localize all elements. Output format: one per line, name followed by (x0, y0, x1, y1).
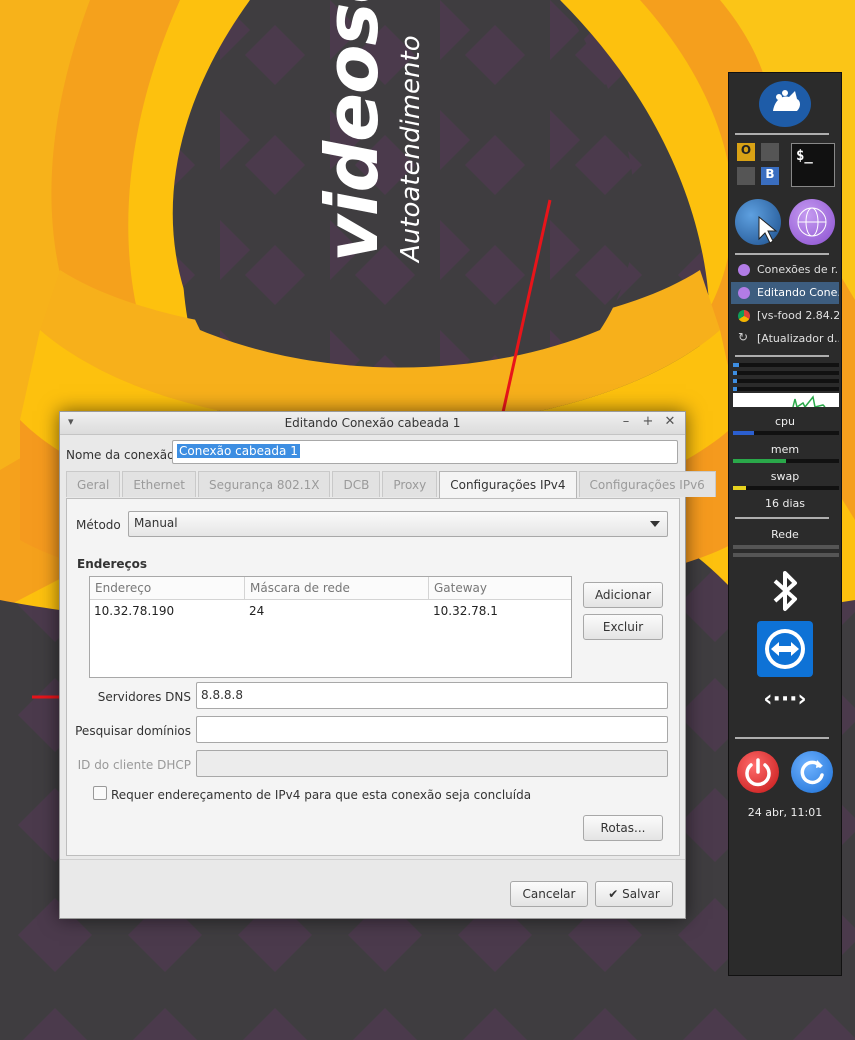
network-meter (733, 545, 839, 549)
table-row[interactable]: 10.32.78.190 24 10.32.78.1 (90, 600, 571, 622)
task-label: Editando Cone... (757, 286, 839, 299)
xfce-menu-icon[interactable] (759, 81, 811, 127)
task-network-connections[interactable]: Conexões de r... (731, 259, 839, 281)
method-label: Método (76, 518, 121, 532)
mem-label: mem (770, 443, 800, 456)
save-label: Salvar (622, 887, 660, 901)
task-label: [Atualizador d... (757, 332, 839, 345)
launcher-app-o[interactable]: O (737, 143, 755, 161)
window-title: Editando Conexão cabeada 1 (284, 416, 461, 430)
addresses-title: Endereços (77, 557, 148, 571)
tab-bar: Geral Ethernet Segurança 802.1X DCB Prox… (66, 471, 718, 499)
tab-dcb[interactable]: DCB (332, 471, 381, 497)
connection-name-value: Conexão cabeada 1 (177, 444, 300, 458)
network-sphere-icon[interactable] (789, 199, 835, 245)
search-domains-input[interactable] (196, 716, 668, 743)
close-button[interactable]: ✕ (663, 414, 677, 429)
task-editing-connection[interactable]: Editando Cone... (731, 282, 839, 304)
require-ipv4-label[interactable]: Requer endereçamento de IPv4 para que es… (111, 788, 531, 802)
dropdown-arrow-icon (650, 521, 660, 527)
terminal-icon[interactable]: $_ (791, 143, 835, 187)
method-select[interactable]: Manual (128, 511, 668, 537)
brand-tagline: Autoatendimento (396, 35, 426, 262)
connection-name-label: Nome da conexão (66, 448, 175, 462)
tab-ipv4-settings[interactable]: Configurações IPv4 (439, 471, 577, 499)
swap-meter (733, 486, 839, 490)
network-meter (733, 553, 839, 557)
column-header-gateway[interactable]: Gateway (429, 577, 571, 599)
tab-security-8021x[interactable]: Segurança 802.1X (198, 471, 331, 497)
task-label: [vs-food 2.84.2... (757, 309, 839, 322)
network-icon (738, 264, 750, 276)
tab-geral[interactable]: Geral (66, 471, 121, 497)
save-button[interactable]: ✔ Salvar (595, 881, 673, 907)
launcher-app-grey[interactable] (761, 143, 779, 161)
tab-proxy[interactable]: Proxy (382, 471, 438, 497)
title-bar[interactable]: ▾ Editando Conexão cabeada 1 – + ✕ (60, 412, 685, 435)
power-icon[interactable] (737, 751, 779, 793)
method-value: Manual (134, 516, 178, 530)
tab-ethernet[interactable]: Ethernet (122, 471, 197, 497)
activity-bar (733, 379, 839, 383)
refresh-icon[interactable] (791, 751, 833, 793)
edit-connection-dialog: ▾ Editando Conexão cabeada 1 – + ✕ Nome … (59, 411, 716, 919)
column-header-netmask[interactable]: Máscara de rede (245, 577, 429, 599)
dhcp-client-id-label: ID do cliente DHCP (77, 758, 191, 772)
side-panel: O B $_ Conexões de r... Editando Cone...… (728, 72, 842, 976)
checkmark-icon: ✔ (608, 887, 619, 901)
cancel-button[interactable]: Cancelar (510, 881, 588, 907)
addresses-table[interactable]: Endereço Máscara de rede Gateway 10.32.7… (89, 576, 572, 678)
search-domains-label: Pesquisar domínios (75, 724, 191, 738)
task-vs-food[interactable]: [vs-food 2.84.2... (731, 305, 839, 327)
network-graph (733, 393, 839, 409)
add-button[interactable]: Adicionar (583, 582, 663, 608)
maximize-button[interactable]: + (641, 414, 655, 429)
browser-globe-icon[interactable] (735, 199, 781, 245)
brand-name: videosoft (310, 0, 394, 262)
cpu-label: cpu (774, 415, 795, 428)
column-header-address[interactable]: Endereço (90, 577, 245, 599)
address-cell[interactable]: 10.32.78.190 (90, 600, 245, 622)
teamviewer-icon[interactable] (757, 621, 813, 677)
activity-bar (733, 363, 839, 367)
dns-servers-label: Servidores DNS (97, 690, 191, 704)
activity-bar (733, 371, 839, 375)
bluetooth-icon[interactable] (769, 567, 801, 615)
network-label: Rede (771, 528, 799, 541)
minimize-button[interactable]: – (619, 414, 633, 429)
dhcp-client-id-input (196, 750, 668, 777)
chrome-icon (738, 310, 750, 322)
divider (60, 859, 685, 860)
task-label: Conexões de r... (757, 263, 839, 276)
launcher-app-grey-2[interactable] (737, 167, 755, 185)
connection-name-input[interactable]: Conexão cabeada 1 (172, 440, 678, 464)
remove-button[interactable]: Excluir (583, 614, 663, 640)
table-header: Endereço Máscara de rede Gateway (90, 577, 571, 600)
launcher-app-b[interactable]: B (761, 167, 779, 185)
swap-label: swap (770, 470, 800, 483)
activity-bar (733, 387, 839, 391)
remote-desktop-icon[interactable]: ‹···› (729, 687, 841, 712)
network-icon (738, 287, 750, 299)
require-ipv4-checkbox[interactable] (93, 786, 107, 800)
gateway-cell[interactable]: 10.32.78.1 (429, 600, 571, 622)
tab-ipv6-settings[interactable]: Configurações IPv6 (578, 471, 716, 497)
refresh-icon: ↻ (738, 330, 749, 344)
uptime-text: 16 dias (764, 497, 805, 510)
routes-button[interactable]: Rotas... (583, 815, 663, 841)
clock[interactable]: 24 abr, 11:01 (729, 806, 841, 819)
cpu-meter (733, 431, 839, 435)
dns-servers-input[interactable]: 8.8.8.8 (196, 682, 668, 709)
netmask-cell[interactable]: 24 (245, 600, 429, 622)
task-updater[interactable]: ↻ [Atualizador d... (731, 328, 839, 350)
mem-meter (733, 459, 839, 463)
